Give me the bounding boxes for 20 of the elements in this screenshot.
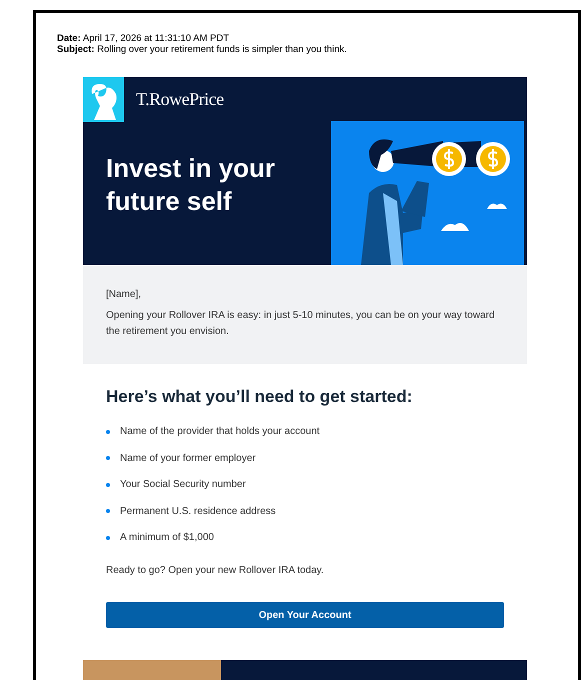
open-account-button[interactable]: Open Your Account	[106, 602, 504, 628]
brand-name: T.RowePrice	[136, 88, 224, 111]
bullet-icon	[106, 430, 110, 434]
bullet-icon	[106, 509, 110, 514]
checklist-item: Name of the provider that holds your account	[120, 425, 320, 440]
cta-prompt: Ready to go? Open your new Rollover IRA today.	[106, 564, 325, 578]
checklist-item: Your Social Security number	[120, 478, 246, 492]
checklist-heading: Here’s what you’ll need to get started:	[106, 386, 414, 408]
hero-title: Invest in your future self	[106, 152, 276, 218]
subject-line: Subject: Rolling over your retirement funds is simpler than you think.	[57, 44, 348, 55]
bullet-icon	[106, 536, 110, 540]
bullet-icon	[106, 456, 110, 460]
intro-text: Opening your Rollover IRA is easy: in just 5-10 minutes, you can be on your way toward the retirement you envision.	[106, 309, 496, 339]
checklist-item: Name of your former employer	[120, 452, 256, 466]
greeting-text: [Name],	[106, 288, 142, 302]
logo-icon	[83, 77, 124, 122]
checklist-item: Permanent U.S. residence address	[120, 504, 276, 519]
bullet-icon	[106, 482, 110, 487]
date-line: Date: April 17, 2026 at 11:31:10 AM PDT	[57, 33, 230, 44]
checklist-item: A minimum of $1,000	[120, 531, 214, 546]
